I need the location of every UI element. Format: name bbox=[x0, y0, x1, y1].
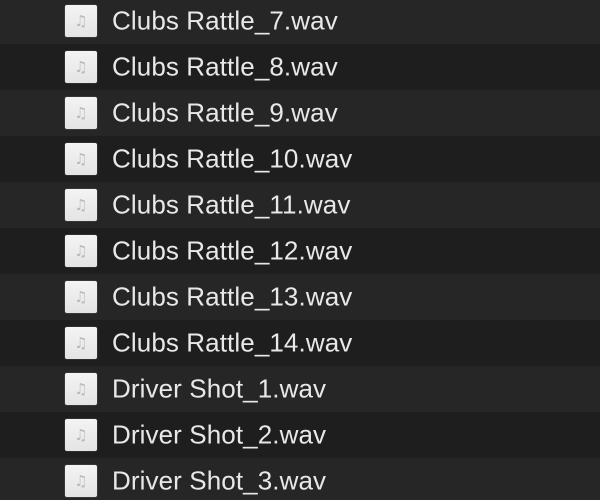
file-row[interactable]: ♫ Clubs Rattle_8.wav bbox=[0, 44, 600, 90]
file-row[interactable]: ♫ Driver Shot_1.wav bbox=[0, 366, 600, 412]
file-name: Clubs Rattle_10.wav bbox=[112, 143, 353, 174]
file-name: Driver Shot_1.wav bbox=[112, 373, 327, 404]
file-name: Driver Shot_2.wav bbox=[112, 419, 327, 450]
file-row[interactable]: ♫ Clubs Rattle_11.wav bbox=[0, 182, 600, 228]
audio-file-icon: ♫ bbox=[65, 5, 97, 37]
file-row[interactable]: ♫ Clubs Rattle_14.wav bbox=[0, 320, 600, 366]
audio-file-icon: ♫ bbox=[65, 465, 97, 497]
file-row[interactable]: ♫ Driver Shot_2.wav bbox=[0, 412, 600, 458]
file-row[interactable]: ♫ Clubs Rattle_13.wav bbox=[0, 274, 600, 320]
audio-file-icon: ♫ bbox=[65, 189, 97, 221]
file-name: Clubs Rattle_12.wav bbox=[112, 235, 353, 266]
audio-file-icon: ♫ bbox=[65, 235, 97, 267]
audio-file-icon: ♫ bbox=[65, 327, 97, 359]
file-row[interactable]: ♫ Driver Shot_3.wav bbox=[0, 458, 600, 500]
file-name: Clubs Rattle_14.wav bbox=[112, 327, 353, 358]
file-row[interactable]: ♫ Clubs Rattle_9.wav bbox=[0, 90, 600, 136]
audio-file-icon: ♫ bbox=[65, 51, 97, 83]
file-row[interactable]: ♫ Clubs Rattle_12.wav bbox=[0, 228, 600, 274]
file-list: ♫ Clubs Rattle_7.wav ♫ Clubs Rattle_8.wa… bbox=[0, 0, 600, 500]
file-name: Clubs Rattle_13.wav bbox=[112, 281, 353, 312]
audio-file-icon: ♫ bbox=[65, 373, 97, 405]
audio-file-icon: ♫ bbox=[65, 143, 97, 175]
audio-file-icon: ♫ bbox=[65, 281, 97, 313]
file-row[interactable]: ♫ Clubs Rattle_10.wav bbox=[0, 136, 600, 182]
audio-file-icon: ♫ bbox=[65, 97, 97, 129]
file-name: Clubs Rattle_7.wav bbox=[112, 5, 338, 36]
file-name: Clubs Rattle_11.wav bbox=[112, 189, 351, 220]
file-name: Driver Shot_3.wav bbox=[112, 465, 327, 496]
file-row[interactable]: ♫ Clubs Rattle_7.wav bbox=[0, 0, 600, 44]
audio-file-icon: ♫ bbox=[65, 419, 97, 451]
file-name: Clubs Rattle_9.wav bbox=[112, 97, 338, 128]
file-name: Clubs Rattle_8.wav bbox=[112, 51, 338, 82]
